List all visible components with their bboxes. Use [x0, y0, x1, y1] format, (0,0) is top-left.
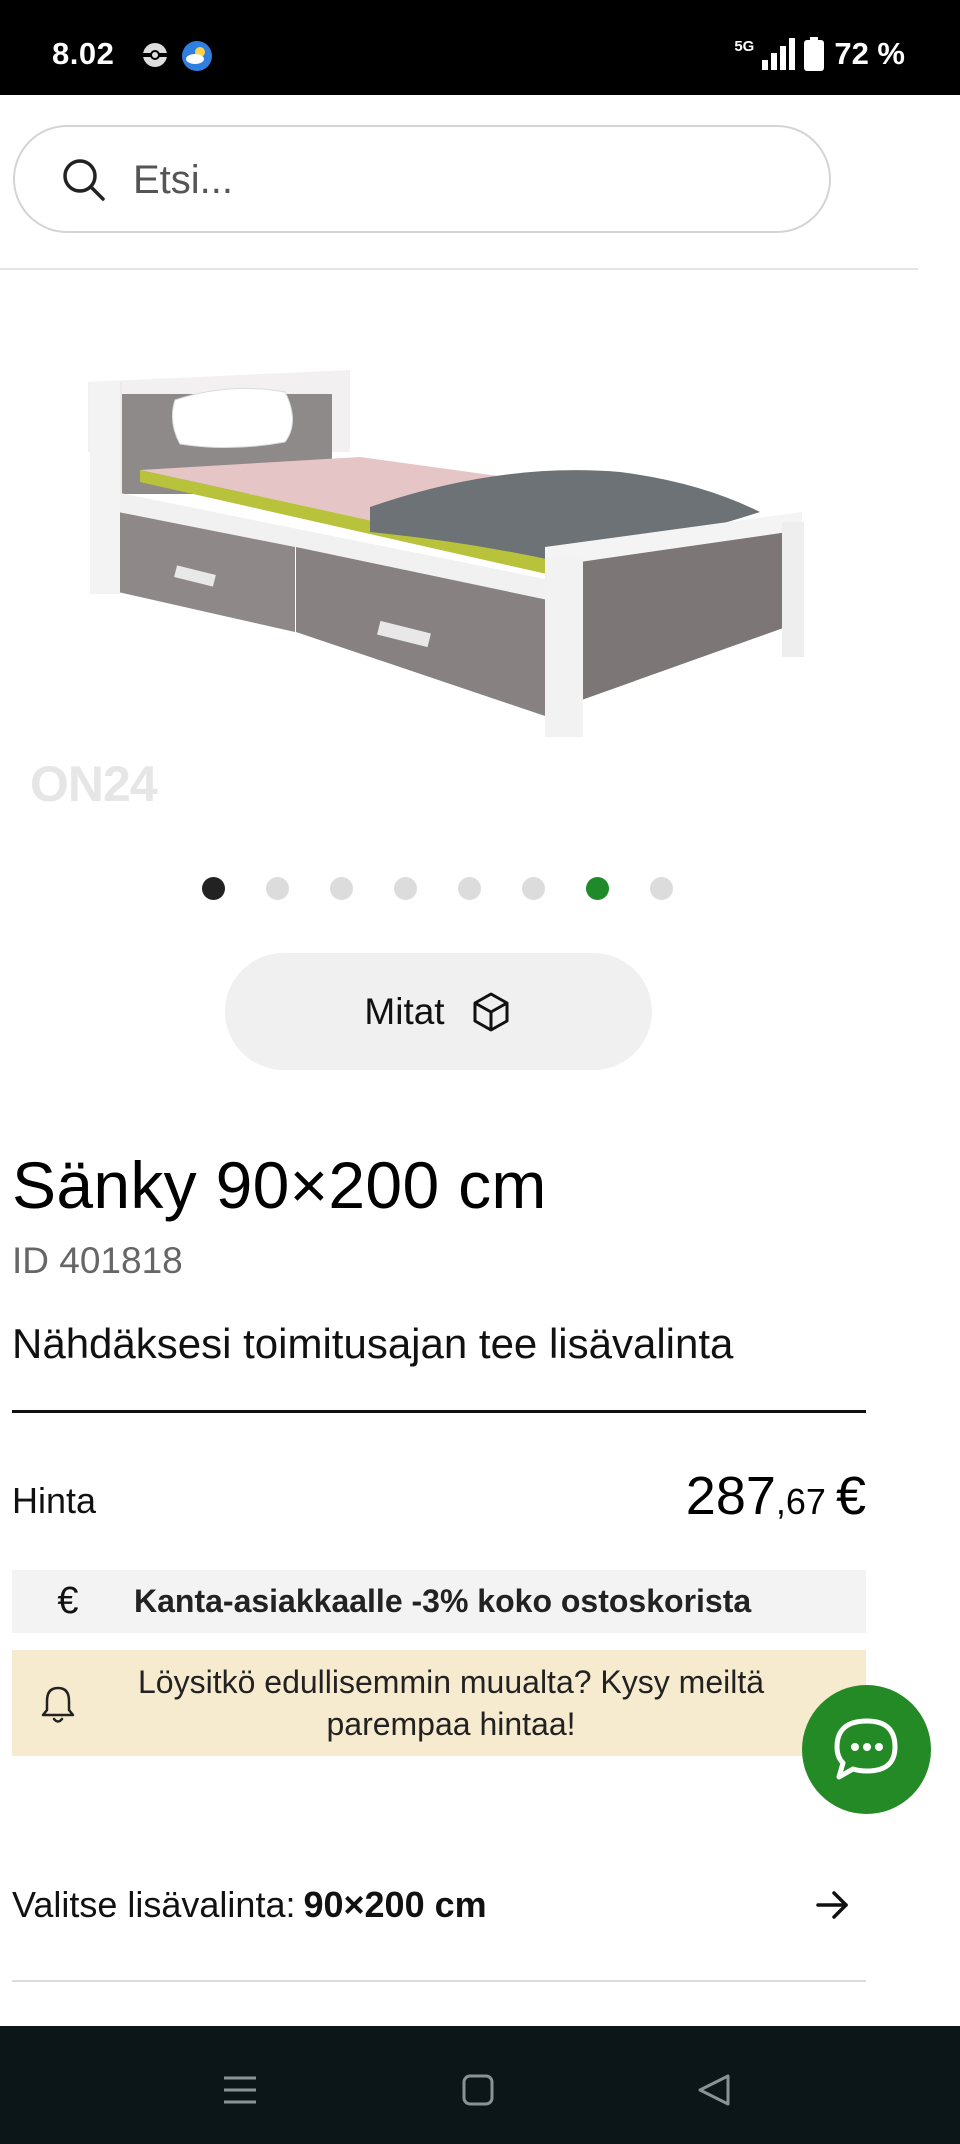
dimensions-button[interactable]: Mitat: [225, 953, 652, 1070]
carousel-dot[interactable]: [266, 877, 289, 900]
recent-apps-icon[interactable]: [220, 2070, 260, 2110]
price-currency: €: [835, 1466, 866, 1526]
signal-icon: [762, 38, 796, 70]
cube-icon: [473, 992, 509, 1031]
delivery-divider: [12, 1410, 866, 1413]
price-label: Hinta: [12, 1480, 97, 1521]
search-icon: [63, 159, 105, 201]
arrow-right-icon: [816, 1891, 848, 1919]
carousel-dot[interactable]: [458, 877, 481, 900]
price-match-line: parempaa hintaa!: [326, 1706, 576, 1742]
pokeball-icon: [143, 43, 167, 67]
carousel-dot[interactable]: [202, 877, 225, 900]
loyalty-banner: € Kanta-asiakkaalle -3% koko ostoskorist…: [12, 1570, 866, 1633]
variant-selector[interactable]: Valitse lisävalinta: 90×200 cm: [12, 1870, 866, 1940]
price: 287,67 €: [686, 1465, 866, 1527]
product-id: ID 401818: [12, 1240, 183, 1281]
carousel-dot[interactable]: [650, 877, 673, 900]
status-bar: 8.02 5G 72 %: [0, 0, 960, 95]
price-integer: 287: [685, 1466, 776, 1526]
back-icon[interactable]: [694, 2070, 734, 2110]
status-time: 8.02: [52, 36, 115, 71]
battery-percent: 72 %: [834, 36, 905, 71]
carousel-dot[interactable]: [586, 877, 609, 900]
price-match-text: Löysitkö edullisemmin muualta? Kysy meil…: [100, 1661, 802, 1745]
carousel-dot[interactable]: [522, 877, 545, 900]
battery-icon: [804, 37, 825, 71]
status-indicators: 5G 72 %: [734, 34, 905, 74]
brand-watermark: ON24: [30, 756, 158, 812]
variant-divider: [12, 1980, 866, 1982]
header-divider: [0, 268, 918, 270]
carousel-dot[interactable]: [394, 877, 417, 900]
product-image[interactable]: [0, 272, 918, 832]
carousel-dot[interactable]: [330, 877, 353, 900]
product-title: Sänky 90×200 cm: [12, 1148, 547, 1222]
weather-icon: [182, 41, 212, 71]
variant-value: 90×200 cm: [303, 1884, 487, 1925]
variant-prefix: Valitse lisävalinta:: [12, 1884, 296, 1925]
network-type: 5G: [734, 37, 755, 55]
search-input[interactable]: [133, 155, 733, 205]
price-match-banner[interactable]: Löysitkö edullisemmin muualta? Kysy meil…: [12, 1650, 866, 1756]
system-nav-bar: [0, 2026, 960, 2144]
home-icon[interactable]: [458, 2070, 498, 2110]
dimensions-button-label: Mitat: [364, 990, 445, 1032]
bell-icon: [41, 1686, 75, 1723]
search-box[interactable]: [13, 125, 831, 233]
chat-bubble-icon: [834, 1718, 897, 1779]
image-carousel-dots[interactable]: [202, 877, 673, 900]
delivery-text: Nähdäksesi toimitusajan tee lisävalinta: [12, 1320, 734, 1367]
chat-button[interactable]: [802, 1685, 931, 1814]
euro-icon: €: [57, 1580, 79, 1622]
price-decimal: ,67: [775, 1481, 826, 1522]
loyalty-text: Kanta-asiakkaalle -3% koko ostoskorista: [134, 1583, 752, 1619]
price-match-line: Löysitkö edullisemmin muualta? Kysy meil…: [137, 1664, 765, 1700]
